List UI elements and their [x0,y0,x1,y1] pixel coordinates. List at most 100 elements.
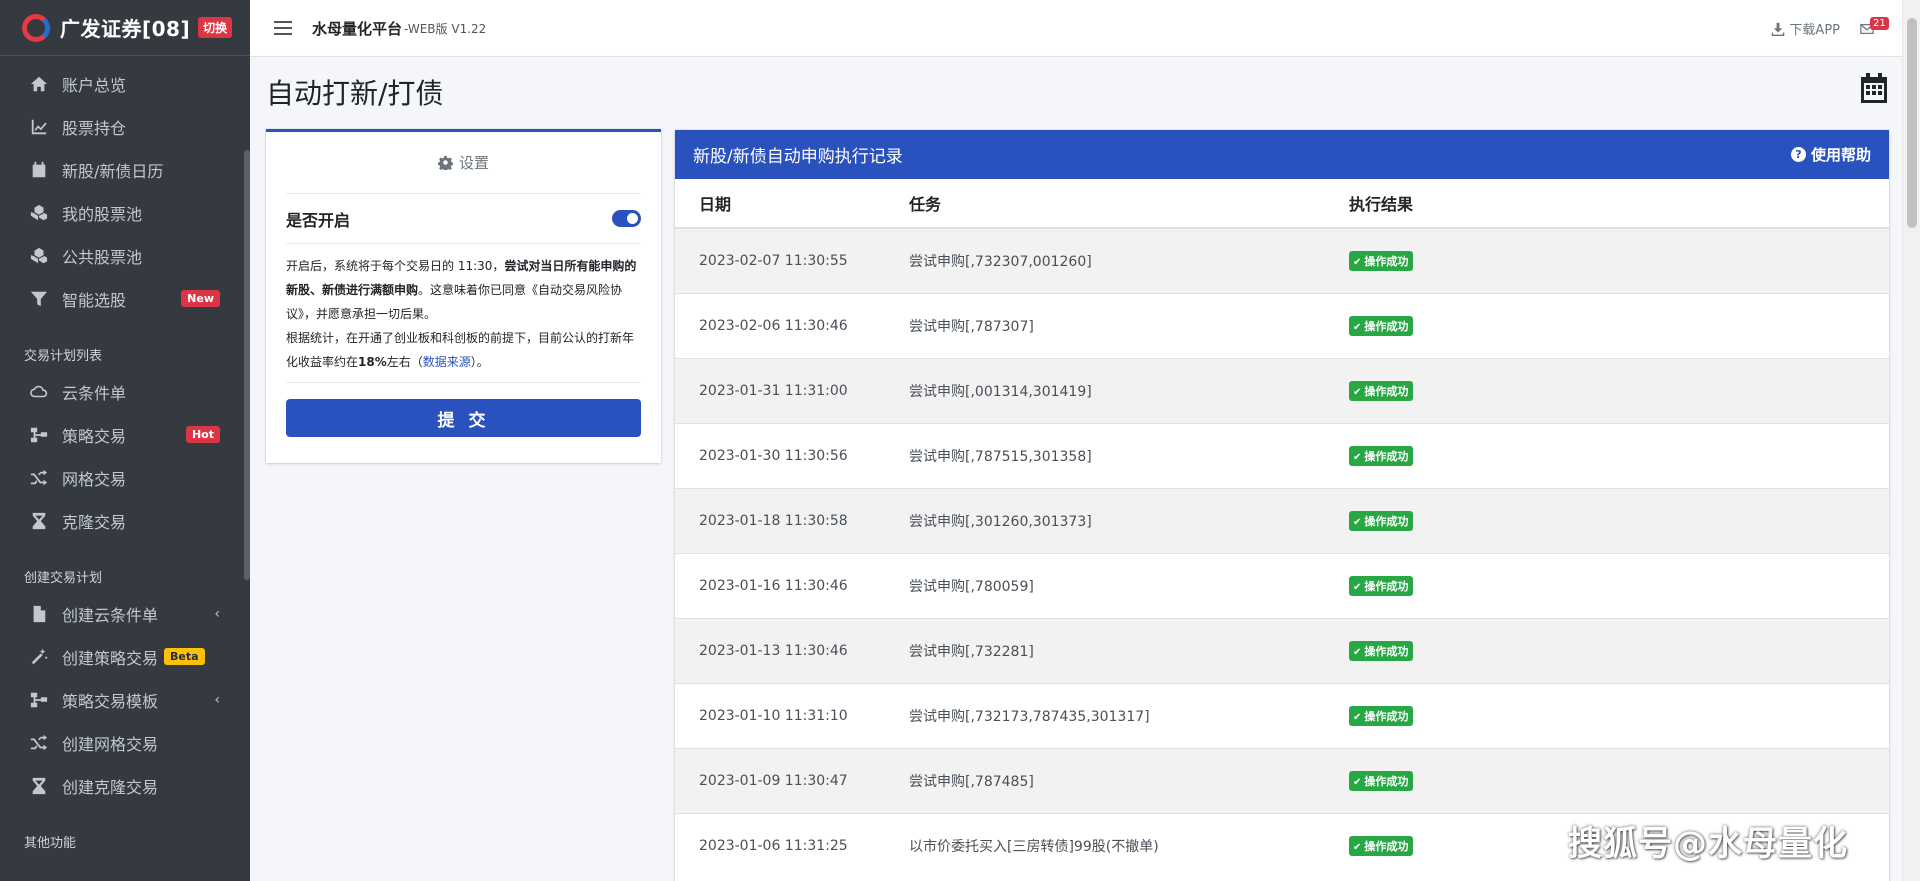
cell-task: 尝试申购[,732173,787435,301317] [885,682,1325,748]
cell-result: 操作成功 [1325,357,1889,423]
enable-label: 是否开启 [286,210,351,230]
message-count-badge: 21 [1870,16,1889,30]
cell-task: 以市价委托买入[三房转债]99股(不撤单) [885,812,1325,878]
calendar-icon[interactable] [1860,73,1888,103]
sidebar-item-label: 策略交易模板 [62,691,159,711]
sidebar-item-grid-trading[interactable]: 网格交易 [0,456,250,499]
cloud-icon [28,381,50,403]
cell-result: 操作成功 [1325,422,1889,488]
sidebar-scrollbar[interactable] [244,150,250,580]
scrollbar-thumb[interactable] [1907,18,1917,228]
cell-date: 2023-01-16 11:30:46 [675,552,885,618]
sidebar-item-label: 克隆交易 [62,512,127,532]
cell-result: 操作成功 [1325,617,1889,683]
help-label: 使用帮助 [1810,146,1871,164]
cell-task: 尝试申购[,732307,001260] [885,227,1325,293]
cell-date: 2023-01-18 11:30:58 [675,487,885,553]
sidebar: 广发证券[08] 切换 账户总览 股票持仓 新股/新债日历 我的股票池 公共股票… [0,0,250,881]
download-app-link[interactable]: 下载APP [1771,19,1840,38]
page-scrollbar[interactable] [1902,0,1920,881]
enable-row: 是否开启 [286,194,641,244]
cell-result: 操作成功 [1325,487,1889,553]
cell-task: 尝试申购[,780059] [885,552,1325,618]
hourglass-icon [28,775,50,797]
sidebar-item-label: 公共股票池 [62,247,143,267]
menu-toggle-icon[interactable] [274,21,292,35]
column-header-date[interactable]: 日期 [675,179,885,229]
cell-result: 操作成功 [1325,747,1889,813]
sidebar-item-strategy-trading[interactable]: 策略交易 Hot [0,413,250,456]
nav-header-create: 创建交易计划 [24,571,103,586]
sidebar-item-label: 网格交易 [62,469,127,489]
nav-header-other: 其他功能 [24,836,77,851]
cell-date: 2023-01-31 11:31:00 [675,357,885,423]
sidebar-item-cloud-orders[interactable]: 云条件单 [0,370,250,413]
sidebar-item-strategy-template[interactable]: 策略交易模板 ‹ [0,678,250,721]
sidebar-item-create-grid[interactable]: 创建网格交易 [0,721,250,764]
calendar-icon [28,159,50,181]
sidebar-item-label: 创建云条件单 [62,605,159,625]
sidebar-item-label: 云条件单 [62,383,127,403]
success-badge: 操作成功 [1349,575,1414,596]
chevron-left-icon: ‹ [214,605,220,622]
chart-line-icon [28,116,50,138]
sidebar-item-label: 智能选股 [62,290,127,310]
table-row: 2023-01-16 11:30:46尝试申购[,780059] 操作成功 [675,552,1889,618]
table-row: 2023-02-06 11:30:46尝试申购[,787307] 操作成功 [675,292,1889,358]
sidebar-item-create-strategy[interactable]: 创建策略交易 Beta [0,635,250,678]
records-title: 新股/新债自动申购执行记录 [693,147,903,167]
random-icon [28,732,50,754]
cell-task: 尝试申购[,301260,301373] [885,487,1325,553]
table-row: 2023-01-09 11:30:47尝试申购[,787485] 操作成功 [675,747,1889,813]
cell-task: 尝试申购[,787515,301358] [885,422,1325,488]
gear-icon [437,155,453,170]
app-title: 水母量化平台 [312,19,403,38]
watermark: 搜狐号@水母量化 [1568,824,1848,864]
filter-icon [28,288,50,310]
data-source-link[interactable]: 数据来源 [423,355,471,369]
sidebar-item-create-clone[interactable]: 创建克隆交易 [0,764,250,807]
cell-task: 尝试申购[,001314,301419] [885,357,1325,423]
cell-date: 2023-01-09 11:30:47 [675,747,885,813]
success-badge: 操作成功 [1349,510,1414,531]
settings-header: 设置 [286,132,641,194]
column-header-result[interactable]: 执行结果 [1325,179,1889,229]
enable-toggle[interactable] [612,210,641,227]
random-icon [28,467,50,489]
nav-header-plans: 交易计划列表 [24,349,103,364]
sidebar-item-ipo-calendar[interactable]: 新股/新债日历 [0,148,250,191]
cell-result: 操作成功 [1325,227,1889,293]
sidebar-item-create-cloud-order[interactable]: 创建云条件单 ‹ [0,592,250,635]
sidebar-item-holdings[interactable]: 股票持仓 [0,105,250,148]
success-badge: 操作成功 [1349,770,1414,791]
messages-button[interactable]: 21 [1860,16,1889,39]
records-header: 新股/新债自动申购执行记录 ? 使用帮助 [675,130,1889,179]
column-header-task[interactable]: 任务 [885,179,1325,229]
sidebar-item-account-overview[interactable]: 账户总览 [0,62,250,105]
table-row: 2023-01-31 11:31:00尝试申购[,001314,301419] 操… [675,357,1889,423]
sidebar-item-my-pool[interactable]: 我的股票池 [0,191,250,234]
sidebar-item-clone-trading[interactable]: 克隆交易 [0,499,250,542]
switch-account-button[interactable]: 切换 [198,17,233,38]
sidebar-item-smart-pick[interactable]: 智能选股 New [0,277,250,320]
chevron-left-icon: ‹ [214,691,220,708]
sidebar-item-label: 新股/新债日历 [62,161,164,181]
sidebar-item-label: 创建网格交易 [62,734,159,754]
help-link[interactable]: ? 使用帮助 [1790,144,1871,165]
broker-logo-icon [22,13,50,42]
sidebar-item-label: 账户总览 [62,75,127,95]
sidebar-nav: 账户总览 股票持仓 新股/新债日历 我的股票池 公共股票池 智能选股 New 交… [0,56,250,857]
cubes-icon [28,245,50,267]
sidebar-item-public-pool[interactable]: 公共股票池 [0,234,250,277]
settings-title: 设置 [458,154,489,172]
desc-text: ）。 [470,355,489,369]
sidebar-item-label: 我的股票池 [62,204,143,224]
cell-task: 尝试申购[,787485] [885,747,1325,813]
brand[interactable]: 广发证券[08] 切换 [0,0,250,56]
submit-button[interactable]: 提 交 [286,399,641,437]
sidebar-item-label: 创建克隆交易 [62,777,159,797]
page-title: 自动打新/打债 [266,77,444,110]
cell-result: 操作成功 [1325,552,1889,618]
records-card: 新股/新债自动申购执行记录 ? 使用帮助 日期 任务 执行结果 2023-02-… [675,130,1889,881]
question-circle-icon: ? [1790,147,1806,162]
